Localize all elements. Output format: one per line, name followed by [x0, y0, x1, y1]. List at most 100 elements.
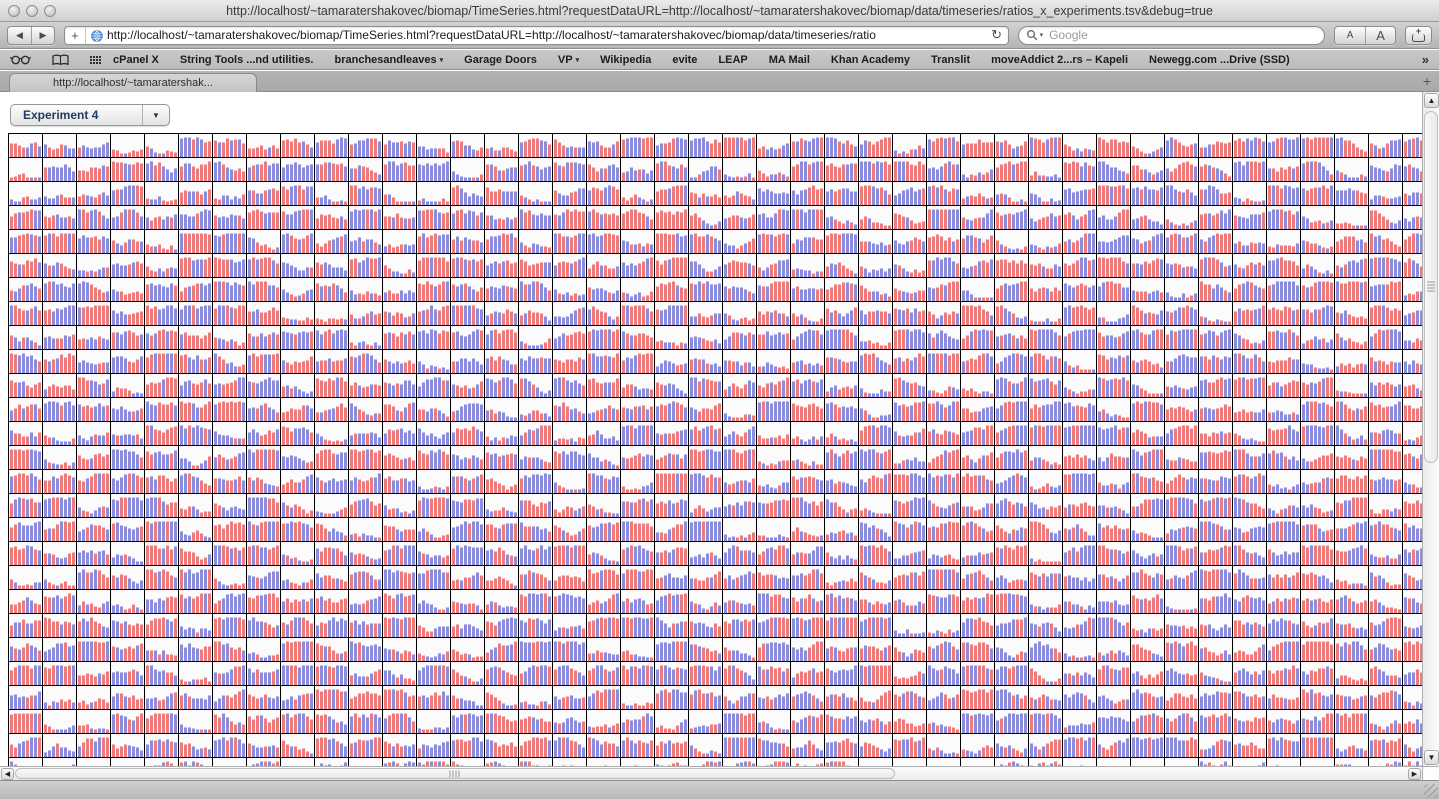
chart-cell[interactable] — [1130, 229, 1164, 253]
chart-cell[interactable] — [518, 253, 552, 277]
chart-cell[interactable] — [416, 277, 450, 301]
chart-cell[interactable] — [42, 157, 76, 181]
chart-cell[interactable] — [178, 133, 212, 157]
bookmark-item-leap[interactable]: LEAP — [718, 54, 747, 66]
chart-cell[interactable] — [8, 157, 42, 181]
chart-cell[interactable] — [1198, 397, 1232, 421]
chart-cell[interactable] — [1062, 181, 1096, 205]
chart-cell[interactable] — [1334, 373, 1368, 397]
chart-cell[interactable] — [1198, 325, 1232, 349]
chart-cell[interactable] — [110, 373, 144, 397]
chart-cell[interactable] — [1266, 373, 1300, 397]
bookmark-item-evite[interactable]: evite — [672, 54, 697, 66]
chart-cell[interactable] — [450, 253, 484, 277]
chart-cell[interactable] — [382, 421, 416, 445]
text-larger-button[interactable]: A — [1365, 27, 1395, 44]
chart-cell[interactable] — [246, 133, 280, 157]
bookmark-item-newegg[interactable]: Newegg.com ...Drive (SSD) — [1149, 54, 1290, 66]
chart-cell[interactable] — [1368, 253, 1402, 277]
chart-cell[interactable] — [926, 277, 960, 301]
chart-cell[interactable] — [1062, 205, 1096, 229]
chart-cell[interactable] — [382, 181, 416, 205]
chart-cell[interactable] — [1402, 181, 1422, 205]
chart-cell[interactable] — [314, 181, 348, 205]
chart-cell[interactable] — [518, 229, 552, 253]
chart-cell[interactable] — [654, 325, 688, 349]
chart-cell[interactable] — [450, 157, 484, 181]
chart-cell[interactable] — [1402, 421, 1422, 445]
chart-cell[interactable] — [824, 205, 858, 229]
chart-cell[interactable] — [280, 325, 314, 349]
chart-cell[interactable] — [110, 253, 144, 277]
chart-cell[interactable] — [620, 421, 654, 445]
chart-cell[interactable] — [42, 349, 76, 373]
chart-cell[interactable] — [994, 133, 1028, 157]
chart-cell[interactable] — [144, 373, 178, 397]
chart-cell[interactable] — [688, 205, 722, 229]
chart-cell[interactable] — [8, 445, 42, 469]
chart-cell[interactable] — [1198, 349, 1232, 373]
chart-cell[interactable] — [756, 133, 790, 157]
chart-cell[interactable] — [212, 205, 246, 229]
chart-cell[interactable] — [1130, 301, 1164, 325]
chart-cell[interactable] — [1028, 205, 1062, 229]
chart-cell[interactable] — [518, 325, 552, 349]
chart-cell[interactable] — [110, 229, 144, 253]
chart-cell[interactable] — [1266, 229, 1300, 253]
chart-cell[interactable] — [688, 301, 722, 325]
chart-cell[interactable] — [994, 397, 1028, 421]
chart-cell[interactable] — [756, 373, 790, 397]
chart-cell[interactable] — [586, 133, 620, 157]
chart-cell[interactable] — [926, 133, 960, 157]
chart-cell[interactable] — [416, 181, 450, 205]
chart-cell[interactable] — [722, 397, 756, 421]
chart-cell[interactable] — [348, 397, 382, 421]
chart-cell[interactable] — [960, 301, 994, 325]
chart-cell[interactable] — [416, 325, 450, 349]
chart-cell[interactable] — [1334, 133, 1368, 157]
chart-cell[interactable] — [348, 181, 382, 205]
chart-cell[interactable] — [892, 157, 926, 181]
window-zoom-button[interactable] — [44, 5, 56, 17]
chart-cell[interactable] — [654, 205, 688, 229]
chart-cell[interactable] — [110, 325, 144, 349]
chart-cell[interactable] — [790, 133, 824, 157]
chart-cell[interactable] — [484, 301, 518, 325]
chart-cell[interactable] — [552, 373, 586, 397]
chart-cell[interactable] — [1198, 181, 1232, 205]
chart-cell[interactable] — [348, 373, 382, 397]
chart-cell[interactable] — [1164, 157, 1198, 181]
chart-cell[interactable] — [960, 253, 994, 277]
chart-cell[interactable] — [892, 277, 926, 301]
chart-cell[interactable] — [1062, 397, 1096, 421]
chart-cell[interactable] — [926, 205, 960, 229]
chart-cell[interactable] — [756, 397, 790, 421]
chart-cell[interactable] — [484, 181, 518, 205]
chart-cell[interactable] — [1266, 397, 1300, 421]
chart-cell[interactable] — [8, 277, 42, 301]
chart-cell[interactable] — [348, 349, 382, 373]
chart-cell[interactable] — [858, 229, 892, 253]
chart-cell[interactable] — [1232, 157, 1266, 181]
chart-cell[interactable] — [1198, 277, 1232, 301]
chart-cell[interactable] — [1028, 181, 1062, 205]
chart-cell[interactable] — [1368, 373, 1402, 397]
chart-cell[interactable] — [620, 253, 654, 277]
chart-cell[interactable] — [688, 421, 722, 445]
chart-cell[interactable] — [110, 277, 144, 301]
chart-cell[interactable] — [212, 133, 246, 157]
chart-cell[interactable] — [1028, 421, 1062, 445]
chart-cell[interactable] — [280, 421, 314, 445]
chart-cell[interactable] — [892, 349, 926, 373]
chart-cell[interactable] — [858, 349, 892, 373]
chart-cell[interactable] — [790, 421, 824, 445]
chart-cell[interactable] — [178, 157, 212, 181]
chart-cell[interactable] — [756, 301, 790, 325]
chart-cell[interactable] — [892, 253, 926, 277]
chart-cell[interactable] — [144, 397, 178, 421]
chart-cell[interactable] — [382, 157, 416, 181]
chart-cell[interactable] — [722, 421, 756, 445]
chart-cell[interactable] — [892, 133, 926, 157]
chart-cell[interactable] — [1096, 253, 1130, 277]
chart-cell[interactable] — [42, 133, 76, 157]
